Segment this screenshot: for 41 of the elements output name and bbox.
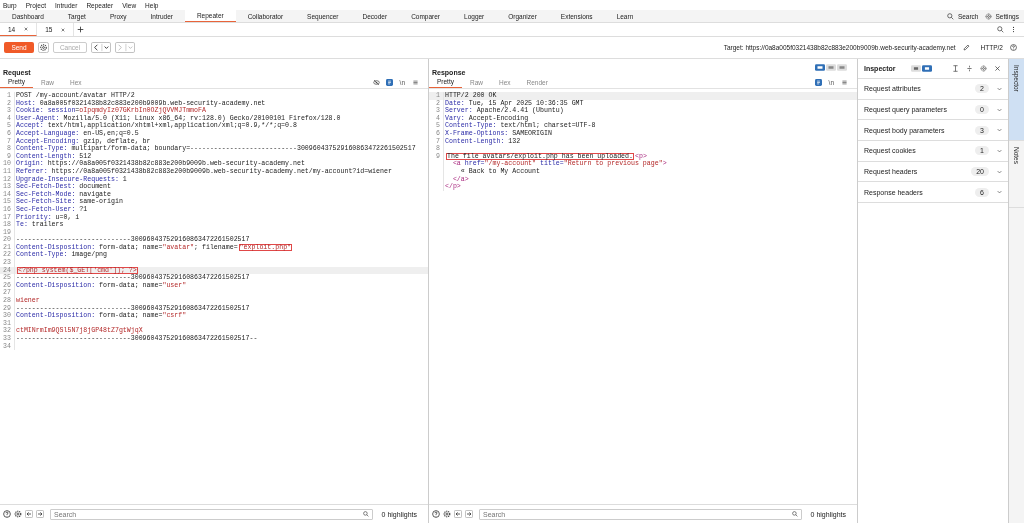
help-icon[interactable] xyxy=(3,510,11,518)
add-tab-icon[interactable] xyxy=(77,26,85,33)
previous-icon[interactable] xyxy=(25,510,33,518)
previous-icon[interactable] xyxy=(454,510,462,518)
text-cursor-icon[interactable] xyxy=(952,65,959,72)
settings-icon[interactable] xyxy=(14,510,22,518)
more-icon[interactable] xyxy=(1010,26,1017,33)
eye-slash-icon[interactable] xyxy=(372,78,380,86)
chevron-down-icon[interactable] xyxy=(997,148,1002,153)
next-icon[interactable] xyxy=(36,510,44,518)
chevron-down-icon[interactable] xyxy=(997,86,1002,91)
pretty-print-icon[interactable] xyxy=(385,78,393,86)
close-icon[interactable] xyxy=(61,27,66,32)
chevron-down-icon[interactable] xyxy=(997,169,1002,174)
menu-icon[interactable] xyxy=(841,78,848,86)
search-icon[interactable] xyxy=(362,511,369,517)
chevron-down-icon[interactable] xyxy=(997,128,1002,133)
view-mode-icon[interactable] xyxy=(910,65,921,72)
settings-icon[interactable] xyxy=(984,12,992,20)
pencil-icon[interactable] xyxy=(962,44,970,51)
help-icon[interactable] xyxy=(1010,44,1017,51)
settings-icon[interactable] xyxy=(980,65,987,72)
search-icon[interactable] xyxy=(946,12,954,20)
settings-icon[interactable] xyxy=(38,42,49,53)
settings-icon[interactable] xyxy=(443,510,451,518)
divide-icon[interactable] xyxy=(966,65,973,72)
help-icon[interactable] xyxy=(432,510,440,518)
layout-icon[interactable] xyxy=(837,64,847,71)
next-icon[interactable] xyxy=(465,510,473,518)
back-button[interactable] xyxy=(91,42,111,53)
chevron-down-icon[interactable] xyxy=(997,190,1002,195)
view-mode-icon[interactable] xyxy=(921,65,932,72)
chevron-down-icon[interactable] xyxy=(997,107,1002,112)
search-icon[interactable] xyxy=(997,26,1004,33)
close-icon[interactable] xyxy=(994,65,1001,72)
search-icon[interactable] xyxy=(791,511,798,517)
layout-icon[interactable] xyxy=(826,64,836,71)
layout-icon[interactable] xyxy=(815,64,825,71)
close-icon[interactable] xyxy=(24,27,29,31)
menu-icon[interactable] xyxy=(412,78,419,86)
pretty-print-icon[interactable] xyxy=(814,78,822,86)
